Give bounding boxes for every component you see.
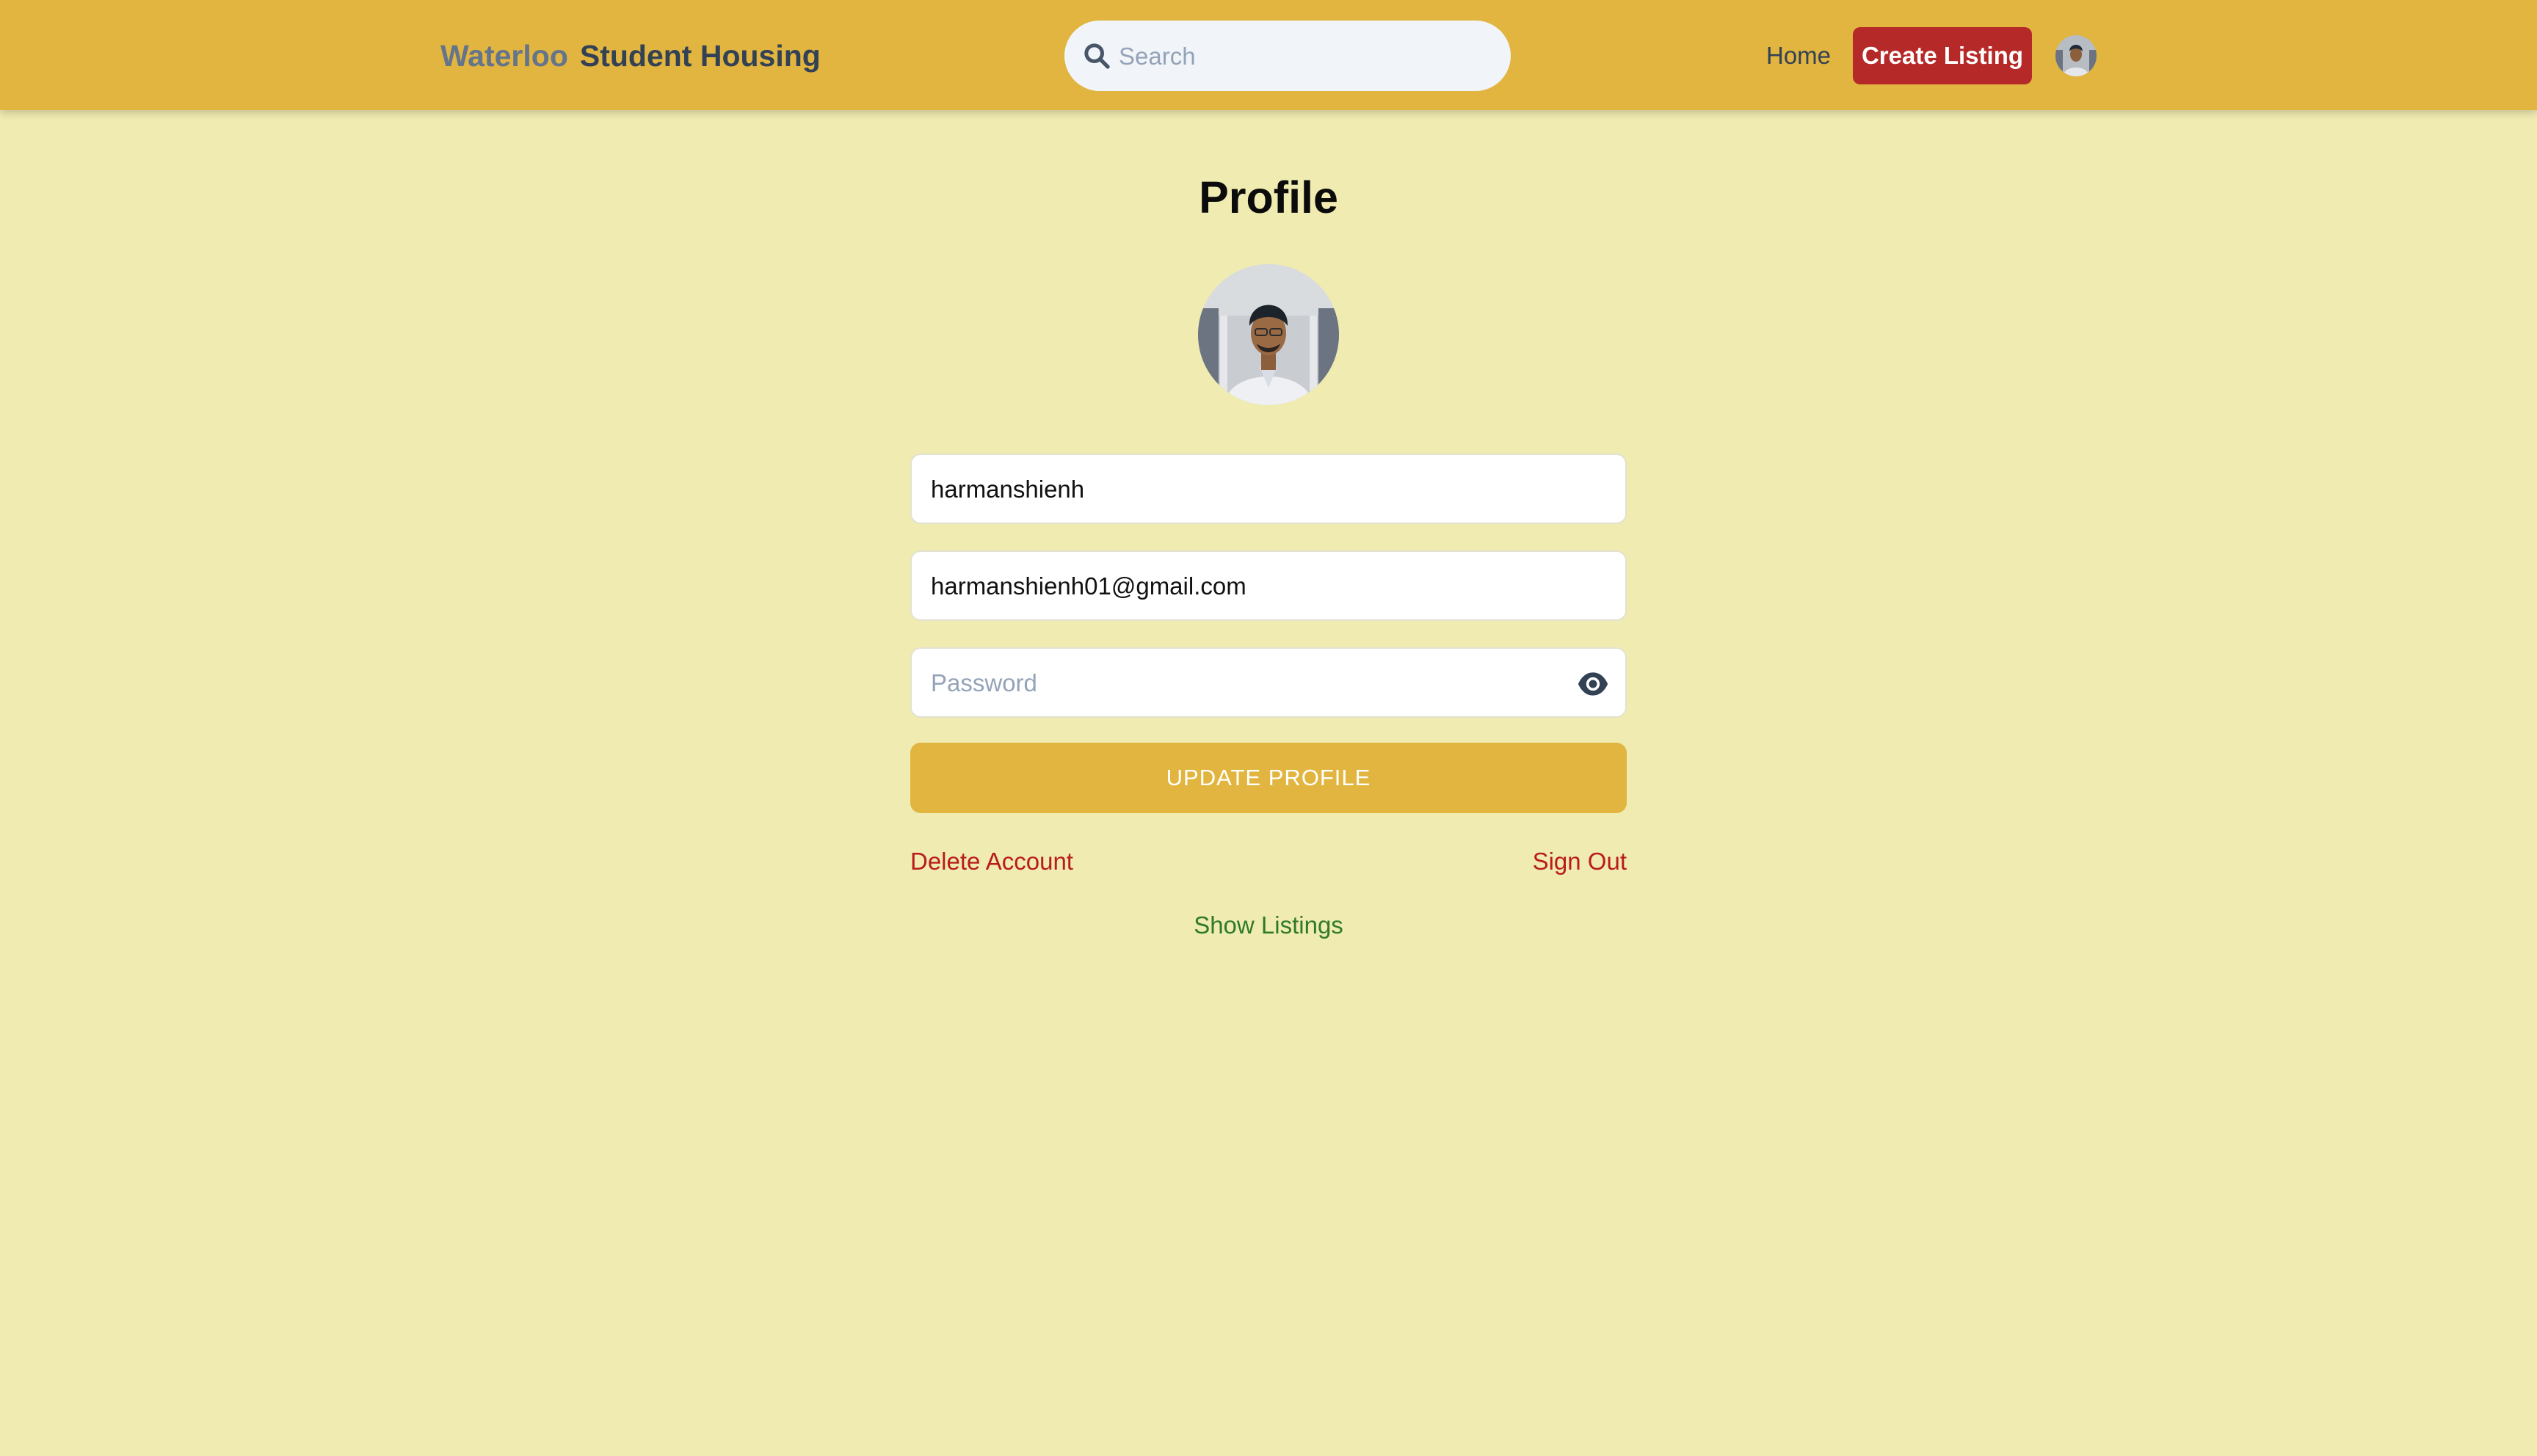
user-avatar[interactable] [2055,35,2097,76]
show-listings-link[interactable]: Show Listings [1194,911,1343,939]
email-field[interactable] [910,550,1627,621]
update-profile-button[interactable]: UPDATE PROFILE [910,743,1627,813]
top-navbar: Waterloo Student Housing Home Create List… [0,0,2537,110]
avatar-photo-icon [2055,35,2097,76]
password-field[interactable] [910,647,1627,718]
page-title: Profile [1199,172,1338,222]
profile-photo-icon [1198,264,1339,405]
password-input[interactable] [929,658,1564,709]
search-icon [1084,43,1110,69]
search-input[interactable] [1117,31,1487,82]
sign-out-link[interactable]: Sign Out [1533,844,1627,879]
brand-first-word: Waterloo [440,39,568,73]
create-listing-button[interactable]: Create Listing [1853,27,2032,84]
username-field[interactable] [910,454,1627,524]
show-listings-row: Show Listings [0,908,2537,943]
brand-logo[interactable]: Waterloo Student Housing [440,35,821,76]
delete-account-link[interactable]: Delete Account [910,844,1073,879]
profile-avatar[interactable] [1198,264,1339,405]
eye-icon[interactable] [1577,669,1609,699]
brand-second-words: Student Housing [579,39,821,73]
search-bar[interactable] [1064,21,1511,91]
username-input[interactable] [929,464,1564,515]
email-input[interactable] [929,561,1564,612]
nav-home-link[interactable]: Home [1766,38,1831,73]
